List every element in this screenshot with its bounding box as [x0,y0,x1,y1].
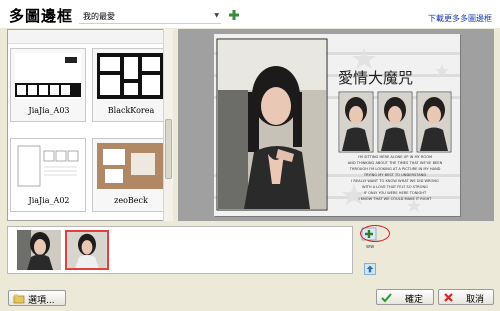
frame-item-jiajia-a02[interactable]: JiaJia_A02 [10,138,86,212]
folder-icon [13,294,25,304]
photo-thumbnail-selected[interactable] [65,230,109,270]
download-more-link[interactable]: 下載更多多圖邊框 [428,13,492,24]
preview-photo-column [338,91,452,153]
poem-line: TRYING MY BEST TO UNDERSTAND [363,173,426,177]
side-caption: ww [366,244,375,250]
preview-heading: 愛情大魔咒 [338,69,413,87]
photo-thumbnail[interactable] [17,230,61,270]
frame-item-zeobeck[interactable]: zeoBeck [92,138,168,212]
category-dropdown[interactable]: 我的最愛 ▼ [79,9,221,24]
poem-line: I'M SITTING HERE ALONE UP IN MY ROOM [358,155,432,159]
options-label: 選項... [28,296,55,306]
scrollbar-thumb[interactable] [165,119,172,179]
preview-area: 愛情大魔咒 I'M SITTING HERE ALONE UP IN MY RO… [178,29,494,221]
arrow-icon[interactable] [364,263,376,275]
poem-line: IF ONLY YOU WERE HERE TONIGHT [364,191,427,195]
highlight-circle [360,225,390,242]
frame-list: JiaJia_A03 BlackKorea JiaJia_A02 zeoBeck [7,29,173,221]
category-value: 我的最愛 [83,12,115,21]
close-icon [444,293,453,302]
poem-line: AND THINKING ABOUT THE TIMES THAT WE'VE … [348,161,443,165]
header-bar: 多圖邊框 我的最愛 ▼ 下載更多多圖邊框 [0,0,500,28]
plus-icon[interactable] [228,9,240,21]
frame-thumbnail [15,53,81,99]
frame-label: JiaJia_A02 [28,196,70,205]
frame-preview: 愛情大魔咒 I'M SITTING HERE ALONE UP IN MY RO… [214,34,460,216]
poem-line: WITH A LOVE THAT FELT SO STRONG [362,185,428,189]
cancel-label: 取消 [466,295,485,305]
poem-line: THROUGH I'M LOOKING AT A PICTURE IN MY H… [349,167,441,171]
photo-strip [7,226,353,274]
cancel-button[interactable]: 取消 [438,289,494,305]
frame-thumbnail [97,53,163,99]
frame-item-jiajia-a03[interactable]: JiaJia_A03 [10,48,86,122]
chevron-down-icon: ▼ [214,12,219,19]
frame-thumbnail [15,143,81,189]
poem-line: I KNOW THAT WE COULD MAKE IT RIGHT [359,197,433,201]
frame-thumbnail [97,143,163,189]
frame-label: JiaJia_A03 [28,106,70,115]
page-title: 多圖邊框 [9,7,74,25]
poem-line: I REALLY WANT TO KNOW WHAT WE DID WRONG [351,179,439,183]
frame-label: zeoBeck [114,196,148,205]
options-button[interactable]: 選項... [8,290,66,306]
frame-item-blackkorea[interactable]: BlackKorea [92,48,168,122]
frame-label: BlackKorea [107,106,155,115]
check-icon [381,293,392,303]
preview-canvas: 愛情大魔咒 I'M SITTING HERE ALONE UP IN MY RO… [214,34,460,216]
frame-list-scrollbar[interactable] [163,29,173,221]
ok-button[interactable]: 確定 [376,289,434,305]
ok-label: 確定 [405,295,424,305]
list-top-row [8,30,172,44]
